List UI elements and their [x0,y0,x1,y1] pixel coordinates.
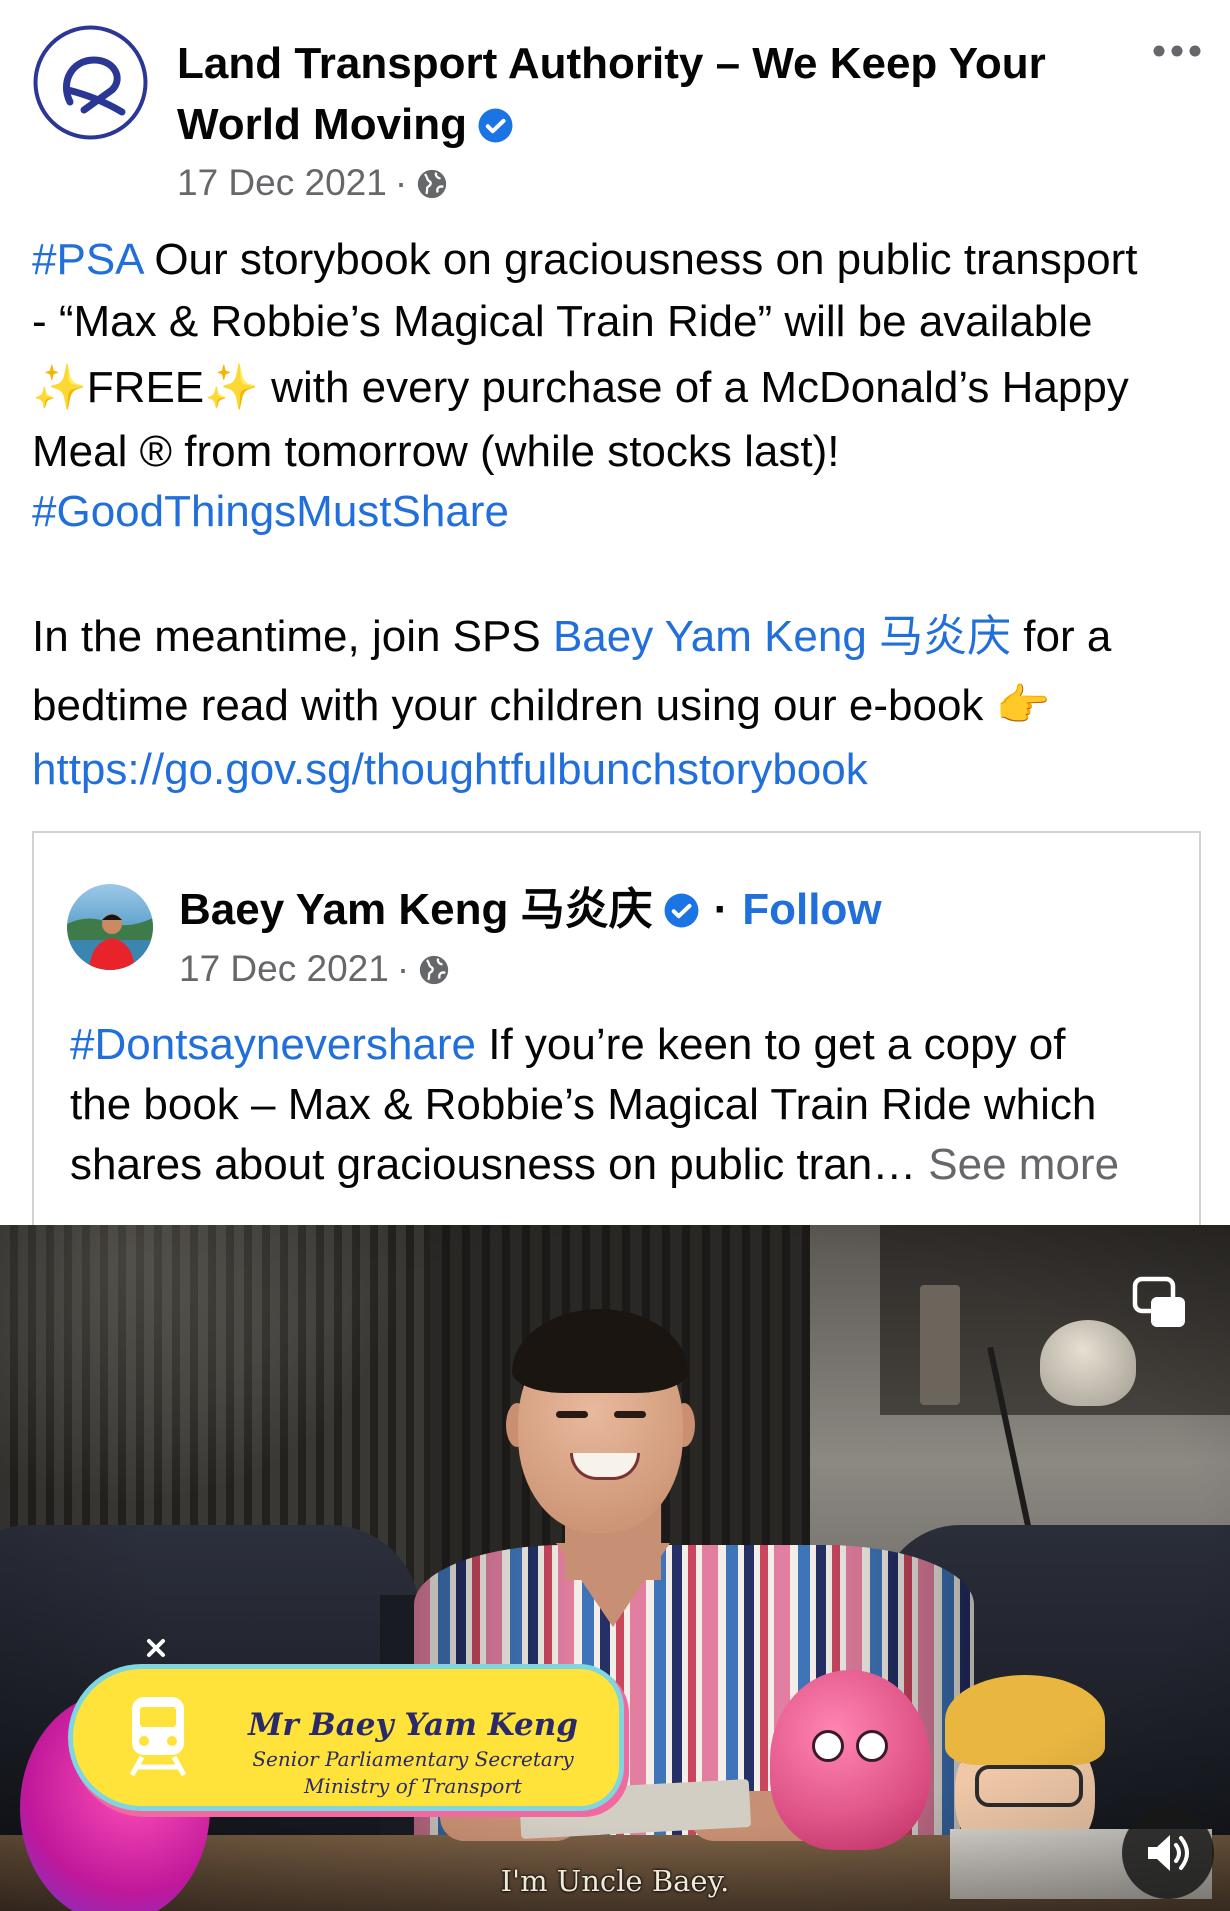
shared-text-segment: shares about graciousness on public tran… [70,1140,917,1189]
nameplate-title: Senior Parliamentary Secretary [252,1747,574,1771]
hashtag-goodthingsmustshare[interactable]: #GoodThingsMustShare [32,487,509,536]
page-avatar[interactable] [32,24,149,141]
sparkles-emoji: ✨ [32,363,87,412]
shared-text-segment: the book – Max & Robbie’s Magical Train … [70,1080,1097,1129]
shared-author-row: Baey Yam Keng 马炎庆 · Follow [179,880,882,940]
post-text-segment: bedtime read with your children using ou… [32,681,996,730]
pointing-hand-emoji: 👉 [995,681,1051,730]
post-text-line: #GoodThingsMustShare [32,482,1202,542]
shared-author-avatar[interactable] [67,884,153,970]
meta-separator: · [396,948,410,989]
post-text-line: https://go.gov.sg/thoughtfulbunchstorybo… [32,740,1202,800]
meta-separator: · [713,885,729,934]
shared-post-text: #Dontsaynevershare If you’re keen to get… [70,1015,1190,1195]
globe-icon [417,952,451,986]
post-author: Land Transport Authority – We Keep Your … [177,33,1107,155]
post-meta: 17 Dec 2021 · [177,160,449,206]
globe-icon [415,166,449,200]
nameplate-organisation: Ministry of Transport [304,1774,522,1798]
volume-on-icon [1148,1835,1189,1871]
page-name-link[interactable]: Land Transport Authority – We Keep Your … [177,39,1046,149]
hashtag-psa[interactable]: #PSA [32,235,142,284]
post-text-line: #PSA Our storybook on graciousness on pu… [32,230,1202,290]
train-icon [118,1691,198,1781]
hashtag-dontsaynevershare[interactable]: #Dontsaynevershare [70,1020,476,1069]
picture-in-picture-icon[interactable] [1131,1275,1189,1333]
volume-button[interactable] [1122,1807,1214,1899]
speaker-nameplate: Mr Baey Yam Keng Senior Parliamentary Se… [73,1669,619,1806]
sparkle-decoration-icon [144,1636,168,1660]
see-more-link[interactable]: See more [928,1140,1119,1189]
nameplate-name: Mr Baey Yam Keng [248,1707,578,1743]
post-text-line: ✨FREE✨ with every purchase of a McDonald… [32,354,1202,422]
post-text-segment: with every purchase of a McDonald’s Happ… [258,363,1129,412]
shared-text-segment: If you’re keen to get a copy of [476,1020,1066,1069]
post-text-line: bedtime read with your children using ou… [32,672,1202,740]
shared-post-card[interactable]: Baey Yam Keng 马炎庆 · Follow 17 Dec 2021 · #D… [32,831,1201,1225]
post-text-segment: Meal ® from tomorrow (while stocks last)… [32,427,840,476]
post-text-segment: FREE [86,363,205,412]
post-text-line: - “Max & Robbie’s Magical Train Ride” wi… [32,290,1202,354]
video-player[interactable]: Mr Baey Yam Keng Senior Parliamentary Se… [0,1225,1230,1911]
shared-post-date[interactable]: 17 Dec 2021 [179,948,389,989]
mention-baey-yam-keng[interactable]: Baey Yam Keng 马炎庆 [553,612,1011,661]
post-text-segment: Our storybook on graciousness on public … [142,235,1138,284]
post-text-segment: for a [1011,612,1112,661]
shared-author-name[interactable]: Baey Yam Keng 马炎庆 [179,885,653,934]
ebook-url-link[interactable]: https://go.gov.sg/thoughtfulbunchstorybo… [32,745,868,794]
shared-text-line: shares about graciousness on public tran… [70,1135,1190,1195]
post-text-line: In the meantime, join SPS Baey Yam Keng … [32,602,1202,672]
lta-logo [33,25,148,140]
post-text-segment: - “Max & Robbie’s Magical Train Ride” wi… [32,297,1093,346]
follow-button[interactable]: Follow [742,885,881,934]
sparkles-emoji: ✨ [204,363,259,412]
post-text-segment: In the meantime, join SPS [32,612,553,661]
verified-badge-icon [663,885,700,928]
verified-badge-icon [477,99,514,143]
post-text-line: Meal ® from tomorrow (while stocks last)… [32,422,1202,482]
shared-text-line: #Dontsaynevershare If you’re keen to get… [70,1015,1190,1075]
meta-separator: · [394,162,408,203]
shared-text-line: the book – Max & Robbie’s Magical Train … [70,1075,1190,1135]
shared-post-meta: 17 Dec 2021 · [179,946,451,992]
more-options-icon[interactable] [1152,44,1202,58]
video-subtitle: I'm Uncle Baey. [500,1864,730,1898]
post-date[interactable]: 17 Dec 2021 [177,162,387,203]
post-text: #PSA Our storybook on graciousness on pu… [32,230,1202,800]
